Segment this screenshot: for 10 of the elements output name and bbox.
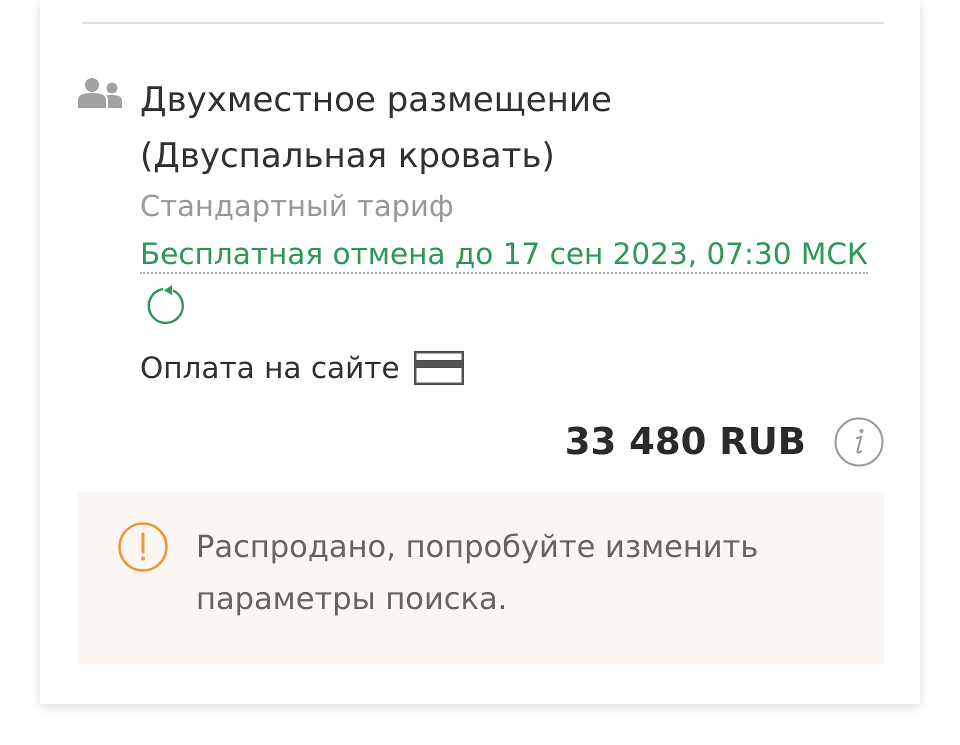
credit-card-icon xyxy=(414,351,464,385)
two-people-icon xyxy=(78,78,122,108)
payment-label: Оплата на сайте xyxy=(140,350,400,387)
info-icon[interactable] xyxy=(834,417,884,467)
tariff-label: Стандартный тариф xyxy=(140,188,455,225)
price-text: 33 480 RUB xyxy=(564,419,806,465)
free-cancellation-link[interactable]: Бесплатная отмена до 17 сен 2023, 07:30 МСК xyxy=(140,236,868,274)
sold-out-message: Распродано, попробуйте изменить параметры поиска. xyxy=(196,529,760,619)
warning-icon xyxy=(118,522,168,572)
room-title: Двухместное размещение (Двуспальная кровать) xyxy=(140,79,613,178)
